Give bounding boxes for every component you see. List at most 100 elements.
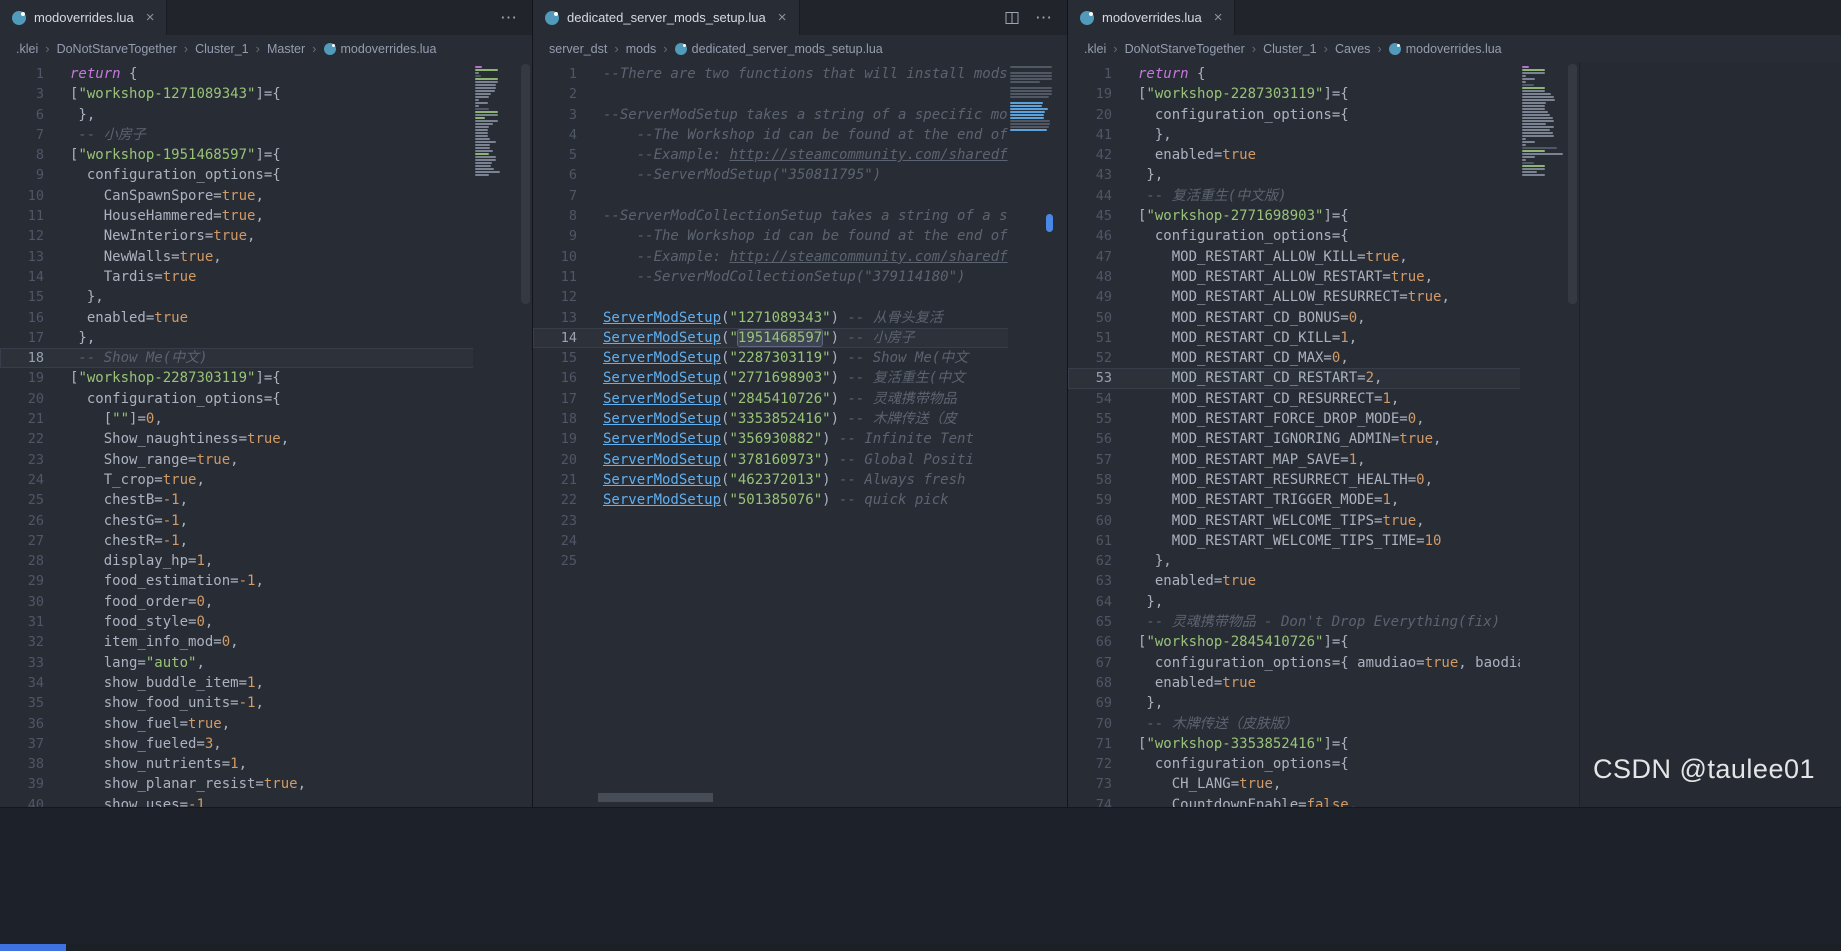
breadcrumb-item[interactable]: Caves (1335, 42, 1370, 56)
breadcrumb-item[interactable]: .klei (1084, 42, 1106, 56)
minimap[interactable] (1008, 62, 1054, 807)
code-line[interactable]: 8 --ServerModCollectionSetup takes a stri… (533, 206, 1067, 226)
code-line[interactable]: 46 configuration_options={ (1068, 226, 1579, 246)
breadcrumb-item[interactable]: mods (626, 42, 657, 56)
code-line[interactable]: 25 (533, 551, 1067, 571)
code-line[interactable]: 10 CanSpawnSpore=true, (0, 186, 532, 206)
code-line[interactable]: 52 MOD_RESTART_CD_MAX=0, (1068, 348, 1579, 368)
code-line[interactable]: 4 --The Workshop id can be found at the … (533, 125, 1067, 145)
code-line[interactable]: 32 item_info_mod=0, (0, 632, 532, 652)
code-line[interactable]: 15 ServerModSetup("2287303119") -- Show M… (533, 348, 1067, 368)
code-line[interactable]: 62 }, (1068, 551, 1579, 571)
breadcrumb-item[interactable]: DoNotStarveTogether (57, 42, 177, 56)
code-line[interactable]: 37 show_fueled=3, (0, 734, 532, 754)
code-line[interactable]: 17 ServerModSetup("2845410726") -- 灵魂携带物品 (533, 389, 1067, 409)
code-line[interactable]: 14 ServerModSetup("1951468597") -- 小房子 (533, 327, 1067, 349)
code-line[interactable]: 33 lang="auto", (0, 653, 532, 673)
code-line[interactable]: 1 return { (0, 64, 532, 84)
code-line[interactable]: 54 MOD_RESTART_CD_RESURRECT=1, (1068, 389, 1579, 409)
breadcrumb-item[interactable]: dedicated_server_mods_setup.lua (674, 42, 883, 56)
code-line[interactable]: 3 --ServerModSetup takes a string of a sp… (533, 105, 1067, 125)
tab-modoverrides-lua-master[interactable]: modoverrides.lua × (0, 0, 168, 35)
code-line[interactable]: 31 food_style=0, (0, 612, 532, 632)
code-line[interactable]: 15 }, (0, 287, 532, 307)
code-line[interactable]: 12 (533, 287, 1067, 307)
code-line[interactable]: 34 show_buddle_item=1, (0, 673, 532, 693)
code-editor[interactable]: 1 return {3 ["workshop-1271089343"]={6 }, 7… (0, 62, 532, 807)
breadcrumb-item[interactable]: server_dst (549, 42, 607, 56)
code-line[interactable]: 61 MOD_RESTART_WELCOME_TIPS_TIME=10 (1068, 531, 1579, 551)
code-line[interactable]: 27 chestR=-1, (0, 531, 532, 551)
code-line[interactable]: 6 --ServerModSetup("350811795") (533, 165, 1067, 185)
code-line[interactable]: 19 ServerModSetup("356930882") -- Infinit… (533, 429, 1067, 449)
code-line[interactable]: 5 --Example: http://steamcommunity.com/s… (533, 145, 1067, 165)
code-line[interactable]: 22 Show_naughtiness=true, (0, 429, 532, 449)
code-line[interactable]: 38 show_nutrients=1, (0, 754, 532, 774)
code-line[interactable]: 60 MOD_RESTART_WELCOME_TIPS=true, (1068, 511, 1579, 531)
code-line[interactable]: 59 MOD_RESTART_TRIGGER_MODE=1, (1068, 490, 1579, 510)
code-line[interactable]: 67 configuration_options={ amudiao=true,… (1068, 653, 1579, 673)
code-line[interactable]: 57 MOD_RESTART_MAP_SAVE=1, (1068, 450, 1579, 470)
code-line[interactable]: 16 enabled=true (0, 308, 532, 328)
code-line[interactable]: 29 food_estimation=-1, (0, 571, 532, 591)
code-line[interactable]: 18 ServerModSetup("3353852416") -- 木牌传送（皮 (533, 409, 1067, 429)
code-line[interactable]: 13 ServerModSetup("1271089343") -- 从骨头复活 (533, 308, 1067, 328)
code-line[interactable]: 30 food_order=0, (0, 592, 532, 612)
code-line[interactable]: 9 configuration_options={ (0, 165, 532, 185)
minimap[interactable] (1520, 62, 1566, 807)
breadcrumb-item[interactable]: .klei (16, 42, 38, 56)
close-tab-icon[interactable]: × (1214, 10, 1223, 25)
code-line[interactable]: 7 -- 小房子 (0, 125, 532, 145)
code-line[interactable]: 21 ServerModSetup("462372013") -- Always … (533, 470, 1067, 490)
code-line[interactable]: 64 }, (1068, 592, 1579, 612)
code-line[interactable]: 68 enabled=true (1068, 673, 1579, 693)
code-line[interactable]: 40 show_uses=-1 (0, 795, 532, 807)
code-line[interactable]: 58 MOD_RESTART_RESURRECT_HEALTH=0, (1068, 470, 1579, 490)
code-line[interactable]: 49 MOD_RESTART_ALLOW_RESURRECT=true, (1068, 287, 1579, 307)
tab-dedicated-server-mods-setup-lua[interactable]: dedicated_server_mods_setup.lua × (533, 0, 800, 35)
close-tab-icon[interactable]: × (146, 10, 155, 25)
code-line[interactable]: 24 (533, 531, 1067, 551)
code-line[interactable]: 20 configuration_options={ (0, 389, 532, 409)
code-line[interactable]: 74 CountdownEnable=false, (1068, 795, 1579, 807)
code-line[interactable]: 36 show_fuel=true, (0, 714, 532, 734)
split-editor-icon[interactable] (1005, 11, 1019, 25)
vertical-scrollbar[interactable] (519, 62, 532, 807)
code-line[interactable]: 69 }, (1068, 693, 1579, 713)
more-actions-icon[interactable]: ⋯ (500, 9, 518, 26)
code-line[interactable]: 45 ["workshop-2771698903"]={ (1068, 206, 1579, 226)
code-line[interactable]: 11 HouseHammered=true, (0, 206, 532, 226)
code-line[interactable]: 8 ["workshop-1951468597"]={ (0, 145, 532, 165)
code-line[interactable]: 22 ServerModSetup("501385076") -- quick p… (533, 490, 1067, 510)
close-tab-icon[interactable]: × (778, 10, 787, 25)
code-line[interactable]: 48 MOD_RESTART_ALLOW_RESTART=true, (1068, 267, 1579, 287)
code-line[interactable]: 43 }, (1068, 165, 1579, 185)
code-line[interactable]: 28 display_hp=1, (0, 551, 532, 571)
vertical-scrollbar[interactable] (1566, 62, 1579, 807)
code-line[interactable]: 21 [""]=0, (0, 409, 532, 429)
tab-modoverrides-lua-caves[interactable]: modoverrides.lua × (1068, 0, 1236, 35)
code-line[interactable]: 65 -- 灵魂携带物品 - Don't Drop Everything(fix… (1068, 612, 1579, 632)
code-line[interactable]: 17 }, (0, 328, 532, 348)
code-line[interactable]: 50 MOD_RESTART_CD_BONUS=0, (1068, 308, 1579, 328)
code-line[interactable]: 6 }, (0, 105, 532, 125)
code-line[interactable]: 10 --Example: http://steamcommunity.com/… (533, 247, 1067, 267)
code-line[interactable]: 3 ["workshop-1271089343"]={ (0, 84, 532, 104)
code-line[interactable]: 53 MOD_RESTART_CD_RESTART=2, (1068, 368, 1579, 389)
code-line[interactable]: 12 NewInteriors=true, (0, 226, 532, 246)
code-line[interactable]: 20 configuration_options={ (1068, 105, 1579, 125)
code-line[interactable]: 55 MOD_RESTART_FORCE_DROP_MODE=0, (1068, 409, 1579, 429)
code-line[interactable]: 19 ["workshop-2287303119"]={ (1068, 84, 1579, 104)
code-line[interactable]: 71 ["workshop-3353852416"]={ (1068, 734, 1579, 754)
horizontal-scrollbar[interactable] (598, 793, 713, 802)
code-line[interactable]: 44 -- 复活重生(中文版) (1068, 186, 1579, 206)
code-line[interactable]: 2 (533, 84, 1067, 104)
code-line[interactable]: 18 -- Show Me(中文) (0, 348, 532, 369)
code-line[interactable]: 23 (533, 511, 1067, 531)
code-line[interactable]: 16 ServerModSetup("2771698903") -- 复活重生(中… (533, 368, 1067, 388)
breadcrumb-item[interactable]: modoverrides.lua (323, 42, 436, 56)
code-line[interactable]: 11 --ServerModCollectionSetup("379114180… (533, 267, 1067, 287)
code-line[interactable]: 25 chestB=-1, (0, 490, 532, 510)
code-line[interactable]: 66 ["workshop-2845410726"]={ (1068, 632, 1579, 652)
vertical-scrollbar[interactable] (1054, 62, 1067, 807)
